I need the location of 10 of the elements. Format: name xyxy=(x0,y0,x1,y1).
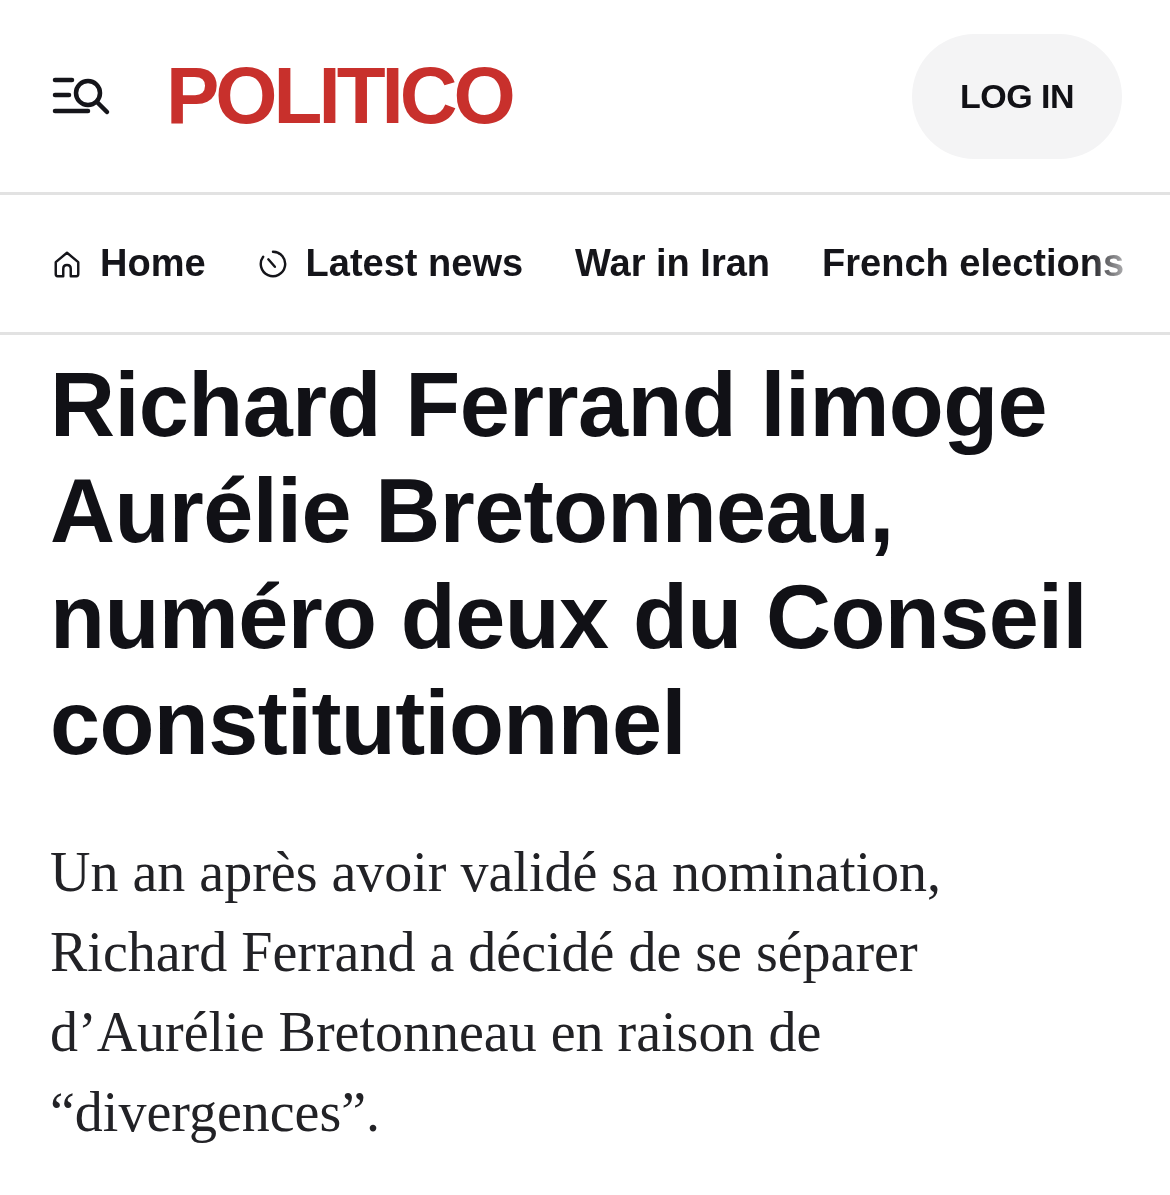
clock-icon xyxy=(257,248,288,279)
politico-logo[interactable]: POLITICO xyxy=(166,56,512,136)
nav-link[interactable]: War in Iran xyxy=(575,242,771,285)
nav-link[interactable]: French elections xyxy=(822,242,1125,285)
article-summary: Un an après avoir validé sa nomination, Richard Ferrand a décidé de se séparer d’Aurélie Bretonneau en raison de “divergences”. xyxy=(50,840,943,1145)
nav-link[interactable]: Home xyxy=(52,242,206,285)
log-in-button[interactable]: LOG IN xyxy=(912,34,1122,159)
nav-link[interactable]: Latest news xyxy=(257,242,524,285)
menu-search-icon[interactable] xyxy=(52,75,112,117)
article-headline: Richard Ferrand limoge Aurélie Bretonneau, numéro deux du Conseil constitutionnel xyxy=(50,354,1088,775)
